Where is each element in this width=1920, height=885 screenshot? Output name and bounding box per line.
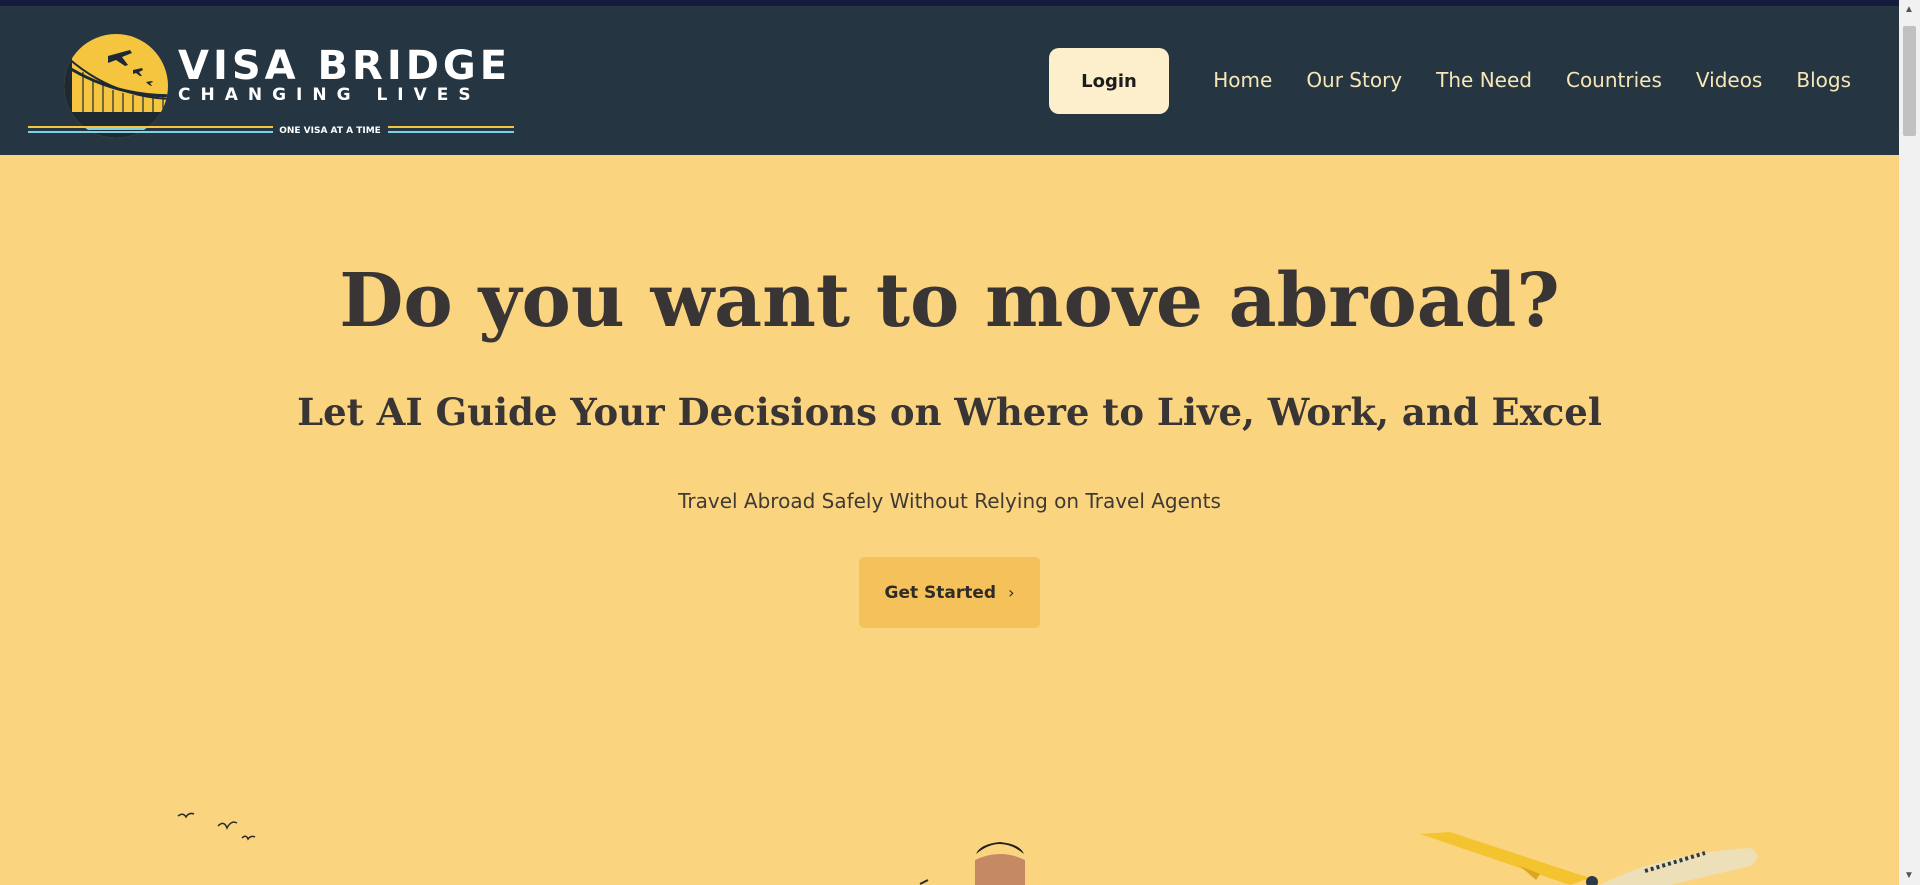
- hero-subtitle: Let AI Guide Your Decisions on Where to …: [297, 390, 1602, 434]
- nav-link-countries[interactable]: Countries: [1566, 68, 1662, 92]
- get-started-button[interactable]: Get Started ›: [859, 557, 1040, 628]
- scroll-up-icon[interactable]: ▲: [1904, 4, 1914, 15]
- page-scrollbar[interactable]: ▲ ▼: [1899, 0, 1920, 885]
- nav-link-the-need[interactable]: The Need: [1436, 68, 1532, 92]
- main-nav: Home Our Story The Need Countries Videos…: [1179, 68, 1851, 92]
- nav-link-blogs[interactable]: Blogs: [1796, 68, 1851, 92]
- nav-link-our-story[interactable]: Our Story: [1306, 68, 1402, 92]
- airplane-icon: [1420, 832, 1758, 885]
- brand-tagline: CHANGING LIVES: [178, 85, 481, 105]
- scroll-down-icon[interactable]: ▼: [1904, 870, 1914, 881]
- get-started-label: Get Started: [884, 582, 997, 603]
- nav-link-home[interactable]: Home: [1213, 68, 1272, 92]
- scrollbar-thumb[interactable]: [1903, 26, 1916, 136]
- hero-tagline: Travel Abroad Safely Without Relying on …: [678, 489, 1221, 513]
- hero-title: Do you want to move abroad?: [339, 258, 1560, 344]
- birds-icon: [177, 812, 256, 841]
- person-figure: [919, 842, 1025, 885]
- brand-logo[interactable]: VISA BRIDGE CHANGING LIVES ONE VISA AT A…: [28, 34, 514, 139]
- chevron-right-icon: ›: [1008, 583, 1015, 602]
- brand-motto: ONE VISA AT A TIME: [279, 126, 381, 136]
- nav-link-videos[interactable]: Videos: [1696, 68, 1762, 92]
- login-button[interactable]: Login: [1049, 48, 1169, 114]
- navbar: VISA BRIDGE CHANGING LIVES ONE VISA AT A…: [0, 6, 1899, 155]
- brand-name: VISA BRIDGE: [178, 43, 511, 89]
